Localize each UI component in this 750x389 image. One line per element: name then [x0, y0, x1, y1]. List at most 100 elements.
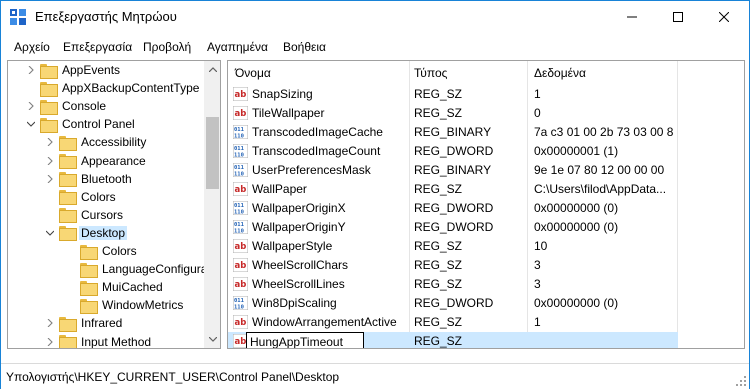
tree-node[interactable]: Appearance — [45, 152, 148, 170]
svg-text:ab: ab — [235, 318, 247, 328]
binary-value-icon: 011110 — [233, 163, 248, 177]
chevron-right-icon[interactable] — [45, 174, 55, 184]
tree-node[interactable]: Control Panel — [26, 115, 137, 133]
chevron-down-icon[interactable] — [45, 228, 55, 238]
chevron-right-icon[interactable] — [26, 101, 36, 111]
value-row[interactable]: 011 110 WallpaperOriginY REG_DWORD 0x0000000… — [228, 218, 678, 237]
folder-icon — [80, 244, 98, 260]
tree-node[interactable]: Cursors — [45, 206, 125, 224]
svg-text:011: 011 — [234, 146, 245, 152]
column-header-name[interactable]: Όνομα — [235, 61, 405, 85]
value-row[interactable]: ab WheelScrollChars REG_SZ 3 — [228, 256, 678, 275]
chevron-right-icon[interactable] — [45, 337, 55, 347]
rename-value-input[interactable]: HungAppTimeout — [246, 332, 364, 348]
value-type: REG_SZ — [414, 239, 463, 253]
folder-icon — [59, 208, 77, 224]
folder-icon — [59, 226, 77, 242]
tree-node[interactable]: LanguageConfigura — [66, 260, 209, 278]
folder-icon — [40, 117, 58, 133]
value-row[interactable]: 011 110 Win8DpiScaling REG_DWORD 0x00000000 … — [228, 294, 678, 313]
menu-edit[interactable]: Επεξεργασία — [63, 40, 132, 54]
chevron-right-icon[interactable] — [45, 318, 55, 328]
tree-node[interactable]: MuiCached — [66, 278, 165, 296]
chevron-right-icon[interactable] — [26, 65, 36, 75]
svg-text:ab: ab — [235, 185, 247, 195]
maximize-button[interactable] — [655, 1, 701, 32]
svg-text:ab: ab — [235, 109, 247, 119]
tree-node-label: WindowMetrics — [102, 298, 184, 313]
scroll-up-arrow-icon[interactable] — [204, 61, 220, 78]
tree-node[interactable]: Bluetooth — [45, 170, 134, 188]
menu-view[interactable]: Προβολή — [143, 40, 191, 54]
tree-node-label: Bluetooth — [81, 171, 132, 186]
value-row[interactable]: ab WallPaper REG_SZ C:\Users\filod\AppData.… — [228, 180, 678, 199]
column-header-data[interactable]: Δεδομένα — [534, 61, 684, 85]
column-header-type[interactable]: Τύπος — [414, 61, 524, 85]
value-data: 0x00000001 (1) — [534, 144, 619, 158]
value-type: REG_SZ — [414, 277, 463, 291]
tree-node[interactable]: Desktop — [45, 224, 128, 242]
value-data: 3 — [534, 258, 541, 272]
chevron-right-icon[interactable] — [45, 156, 55, 166]
tree-node-label: MuiCached — [102, 280, 163, 295]
value-row[interactable]: 011 110 UserPreferencesMask REG_BINARY 9e 1e… — [228, 161, 678, 180]
value-name: WallpaperOriginY — [252, 220, 346, 234]
value-row[interactable]: ab SnapSizing REG_SZ 1 — [228, 85, 678, 104]
title-bar[interactable]: Επεξεργαστής Μητρώου — [1, 1, 749, 32]
new-value-row[interactable]: ab HungAppTimeout REG_SZ — [228, 332, 678, 348]
current-key-path: Υπολογιστής\HKEY_CURRENT_USER\Control Pa… — [6, 370, 340, 384]
value-row[interactable]: 011 110 WallpaperOriginX REG_DWORD 0x0000000… — [228, 199, 678, 218]
window-title: Επεξεργαστής Μητρώου — [35, 9, 177, 24]
tree-node-label: Accessibility — [81, 135, 147, 150]
menu-favorites[interactable]: Αγαπημένα — [207, 40, 268, 54]
value-row[interactable]: 011 110 TranscodedImageCount REG_DWORD 0x000… — [228, 142, 678, 161]
value-name: TileWallpaper — [252, 106, 325, 120]
scroll-down-arrow-icon[interactable] — [204, 331, 220, 348]
folder-icon — [40, 81, 58, 97]
svg-text:ab: ab — [235, 242, 247, 252]
tree-node-label: Cursors — [81, 207, 124, 222]
values-pane[interactable]: Όνομα Τύπος Δεδομένα ab SnapSizing REG_SZ 1… — [227, 60, 745, 349]
string-value-icon: ab — [233, 106, 248, 120]
value-data: 7a c3 01 00 2b 73 03 00 8... — [534, 125, 674, 139]
binary-value-icon: 011110 — [233, 201, 248, 215]
svg-text:ab: ab — [235, 90, 247, 100]
value-row[interactable]: ab WindowArrangementActive REG_SZ 1 — [228, 313, 678, 332]
tree-node[interactable]: Infrared — [45, 314, 124, 332]
folder-icon — [80, 280, 98, 296]
svg-text:110: 110 — [234, 172, 244, 178]
value-row[interactable]: ab TileWallpaper REG_SZ 0 — [228, 104, 678, 123]
value-row[interactable]: ab WallpaperStyle REG_SZ 10 — [228, 237, 678, 256]
tree-node[interactable]: Console — [26, 97, 108, 115]
resize-grip-icon[interactable] — [735, 375, 747, 387]
chevron-right-icon[interactable] — [45, 137, 55, 147]
tree-scroll-thumb[interactable] — [206, 117, 219, 189]
menu-help[interactable]: Βοήθεια — [283, 40, 326, 54]
value-name: UserPreferencesMask — [252, 163, 371, 177]
value-name: WindowArrangementActive — [252, 315, 397, 329]
tree-node[interactable]: AppEvents — [26, 61, 122, 79]
key-tree-pane[interactable]: AppEvents AppXBackupContentType Console Con… — [7, 60, 221, 349]
tree-node[interactable]: Colors — [45, 188, 118, 206]
value-row[interactable]: ab WheelScrollLines REG_SZ 3 — [228, 275, 678, 294]
svg-text:011: 011 — [234, 298, 245, 304]
value-data: 0x00000000 (0) — [534, 296, 619, 310]
tree-node[interactable]: Accessibility — [45, 133, 148, 151]
value-row[interactable]: 011 110 TranscodedImageCache REG_BINARY 7a c… — [228, 123, 678, 142]
folder-icon — [59, 154, 77, 169]
tree-node[interactable]: WindowMetrics — [66, 296, 185, 314]
tree-vertical-scrollbar[interactable] — [204, 61, 220, 348]
menu-file[interactable]: Αρχείο — [14, 40, 50, 54]
close-button[interactable] — [701, 1, 747, 32]
value-name: WallpaperStyle — [252, 239, 333, 253]
svg-text:110: 110 — [234, 210, 244, 216]
value-type: REG_SZ — [414, 87, 463, 101]
string-value-icon: ab — [233, 239, 248, 253]
value-type: REG_BINARY — [414, 163, 492, 177]
tree-node[interactable]: Input Method — [45, 333, 153, 348]
tree-node[interactable]: AppXBackupContentType — [26, 79, 201, 97]
chevron-down-icon[interactable] — [26, 119, 36, 129]
value-name: WheelScrollLines — [252, 277, 345, 291]
minimize-button[interactable] — [609, 1, 655, 32]
tree-node[interactable]: Colors — [66, 242, 139, 260]
